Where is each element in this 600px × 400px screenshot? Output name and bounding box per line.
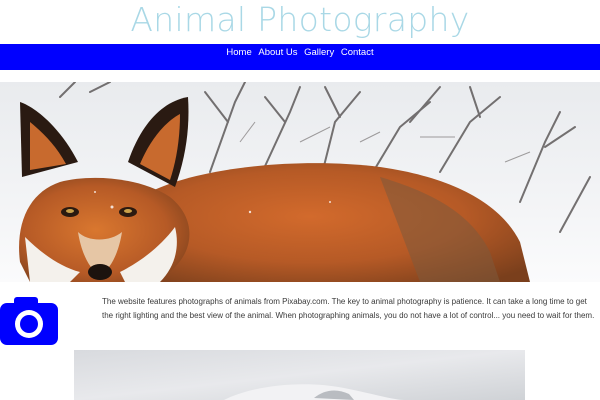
main-nav: Home About Us Gallery Contact bbox=[0, 44, 600, 70]
nav-contact-link[interactable]: Contact bbox=[341, 47, 374, 58]
nav-gallery-link[interactable]: Gallery bbox=[304, 47, 334, 58]
nav-home-link[interactable]: Home bbox=[226, 47, 251, 58]
hero-fox-image bbox=[0, 82, 600, 282]
site-title: Animal Photography bbox=[130, 0, 470, 39]
gallery-photo bbox=[74, 350, 525, 400]
intro-paragraph: The website features photographs of anim… bbox=[102, 297, 595, 321]
nav-list: Home About Us Gallery Contact bbox=[0, 46, 600, 60]
camera-icon bbox=[0, 295, 58, 347]
nav-about-link[interactable]: About Us bbox=[258, 47, 297, 58]
